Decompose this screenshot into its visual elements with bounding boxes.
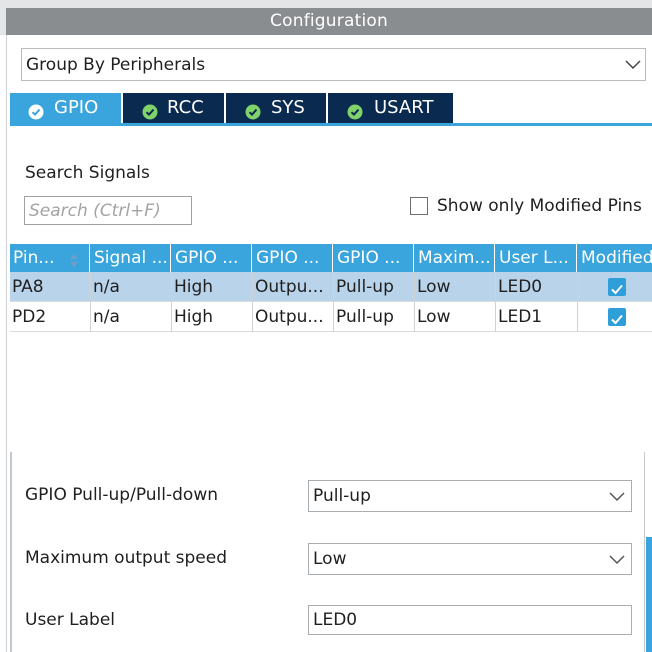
tab-usart-label: USART bbox=[374, 97, 434, 118]
max-output-speed-value: Low bbox=[313, 549, 347, 569]
pull-up-pull-down-label: GPIO Pull-up/Pull-down bbox=[25, 485, 219, 505]
sort-icon[interactable] bbox=[69, 250, 79, 267]
tab-rcc[interactable]: RCC bbox=[123, 93, 224, 123]
cell-modified bbox=[578, 302, 652, 332]
column-header-user-label[interactable]: User L... bbox=[496, 244, 577, 272]
scrollbar[interactable] bbox=[646, 537, 652, 652]
check-circle-icon bbox=[142, 100, 158, 120]
pull-up-pull-down-value: Pull-up bbox=[313, 486, 371, 506]
group-by-value: Group By Peripherals bbox=[26, 55, 206, 75]
cell-max-speed: Low bbox=[415, 302, 496, 332]
cell-user-label: LED0 bbox=[496, 272, 578, 302]
window-title: Configuration bbox=[6, 8, 652, 35]
checkbox-checked-icon[interactable] bbox=[608, 278, 626, 296]
column-header-gpio-pull[interactable]: GPIO ... bbox=[334, 244, 414, 272]
group-by-select[interactable]: Group By Peripherals bbox=[21, 48, 646, 81]
search-input[interactable] bbox=[24, 196, 192, 225]
cell-pull: Pull-up bbox=[334, 302, 415, 332]
column-header-signal[interactable]: Signal ... bbox=[91, 244, 171, 272]
cell-pin: PA8 bbox=[10, 272, 91, 302]
chevron-down-icon bbox=[625, 60, 641, 72]
cell-signal: n/a bbox=[91, 302, 172, 332]
table-row[interactable]: PD2 n/a High Outpu... Pull-up Low LED1 bbox=[10, 302, 652, 332]
column-header-gpio-output-level[interactable]: GPIO ... bbox=[172, 244, 252, 272]
tab-usart[interactable]: USART bbox=[328, 93, 453, 123]
chevron-down-icon bbox=[609, 555, 625, 567]
user-label-label: User Label bbox=[25, 610, 116, 630]
pull-up-pull-down-select[interactable]: Pull-up bbox=[308, 480, 632, 512]
search-signals-label: Search Signals bbox=[25, 163, 150, 183]
tab-rcc-label: RCC bbox=[167, 97, 204, 118]
cell-pin: PD2 bbox=[10, 302, 91, 332]
cell-max-speed: Low bbox=[415, 272, 496, 302]
check-circle-icon bbox=[28, 100, 44, 120]
cell-output-level: High bbox=[172, 272, 253, 302]
cell-pull: Pull-up bbox=[334, 272, 415, 302]
tab-gpio[interactable]: GPIO bbox=[10, 93, 121, 123]
cell-gpio-mode: Outpu... bbox=[253, 302, 334, 332]
cell-output-level: High bbox=[172, 302, 253, 332]
column-header-max-speed[interactable]: Maxim... bbox=[415, 244, 495, 272]
tab-sys-label: SYS bbox=[271, 97, 305, 118]
max-output-speed-label: Maximum output speed bbox=[25, 548, 227, 568]
cell-gpio-mode: Outpu... bbox=[253, 272, 334, 302]
show-modified-checkbox[interactable] bbox=[410, 197, 428, 215]
checkbox-checked-icon[interactable] bbox=[608, 308, 626, 326]
column-header-pin-label: Pin... bbox=[13, 248, 55, 268]
cell-signal: n/a bbox=[91, 272, 172, 302]
chevron-down-icon bbox=[609, 492, 625, 504]
check-circle-icon bbox=[245, 100, 261, 120]
user-label-input[interactable] bbox=[308, 605, 632, 635]
column-header-modified[interactable]: Modified bbox=[578, 244, 652, 272]
column-header-gpio-mode[interactable]: GPIO ... bbox=[253, 244, 333, 272]
max-output-speed-select[interactable]: Low bbox=[308, 543, 632, 575]
title-bar: Configuration bbox=[0, 0, 652, 35]
show-modified-label: Show only Modified Pins bbox=[437, 196, 642, 216]
cell-modified bbox=[578, 272, 652, 302]
tab-underline bbox=[10, 123, 652, 126]
table-header: Pin... Signal ... GPIO ... GPIO ... GPIO… bbox=[10, 244, 652, 272]
check-circle-icon bbox=[347, 100, 363, 120]
tab-gpio-label: GPIO bbox=[54, 97, 99, 118]
column-header-pin[interactable]: Pin... bbox=[10, 244, 90, 272]
tab-sys[interactable]: SYS bbox=[226, 93, 326, 123]
table-row[interactable]: PA8 n/a High Outpu... Pull-up Low LED0 bbox=[10, 272, 652, 302]
cell-user-label: LED1 bbox=[496, 302, 578, 332]
